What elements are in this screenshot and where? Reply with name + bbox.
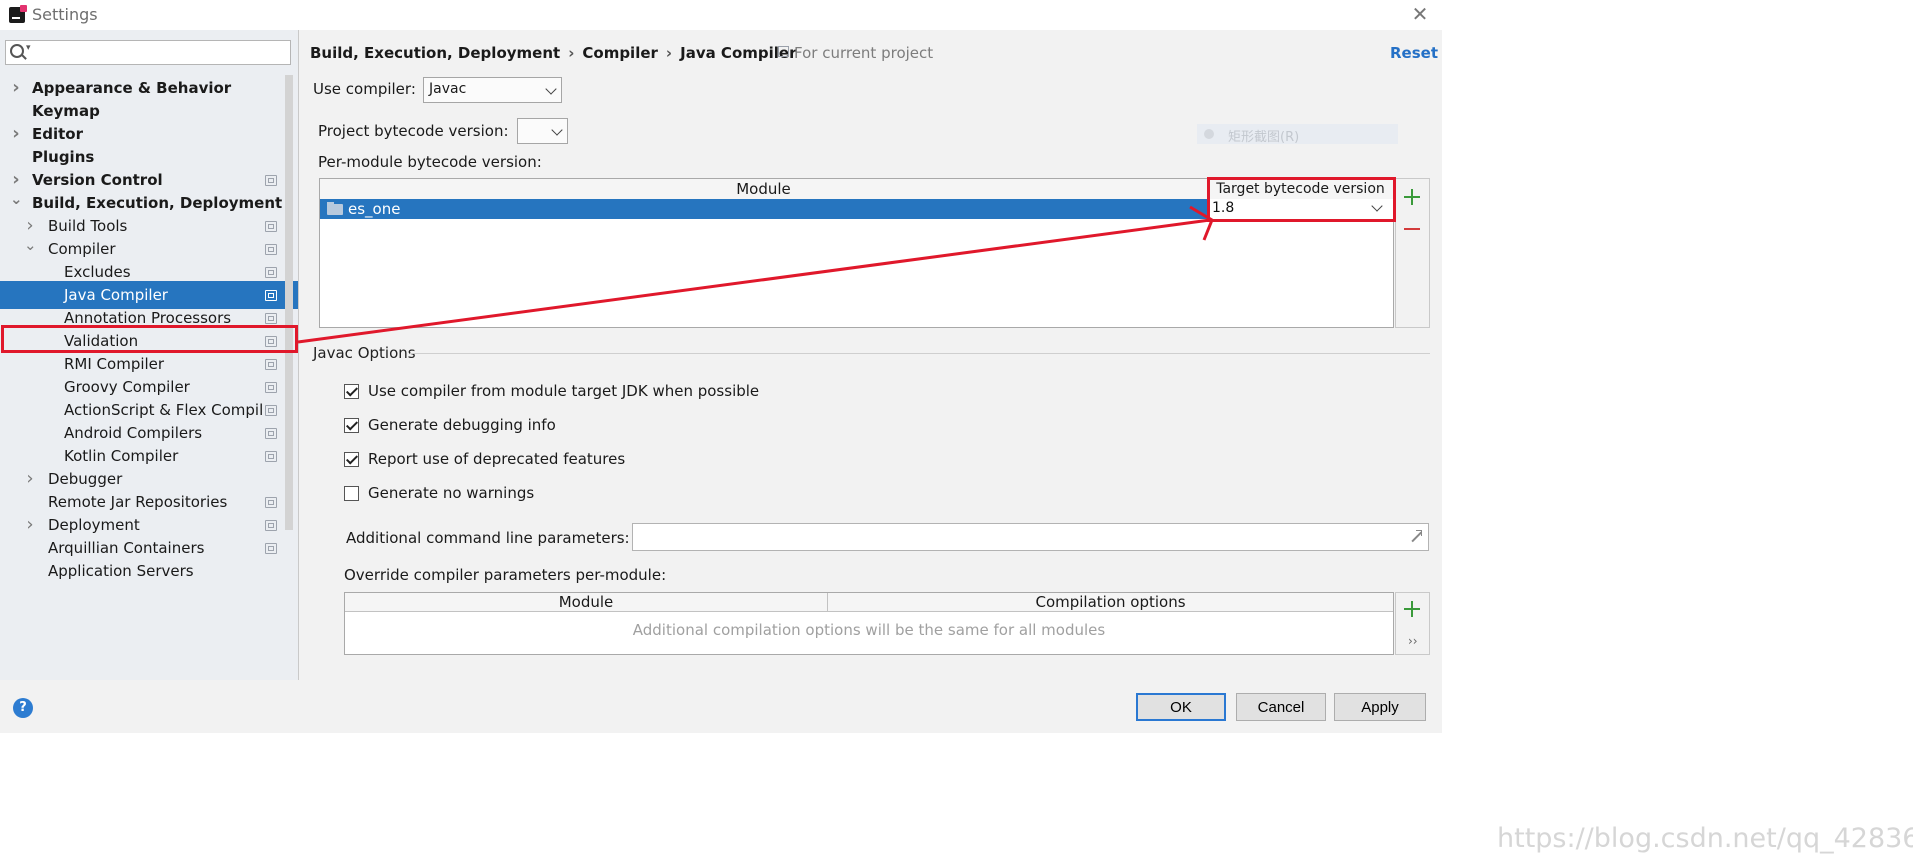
annotation-arrow bbox=[297, 205, 1214, 344]
watermark: https://blog.csdn.net/qq_42836176 bbox=[1497, 823, 1913, 854]
